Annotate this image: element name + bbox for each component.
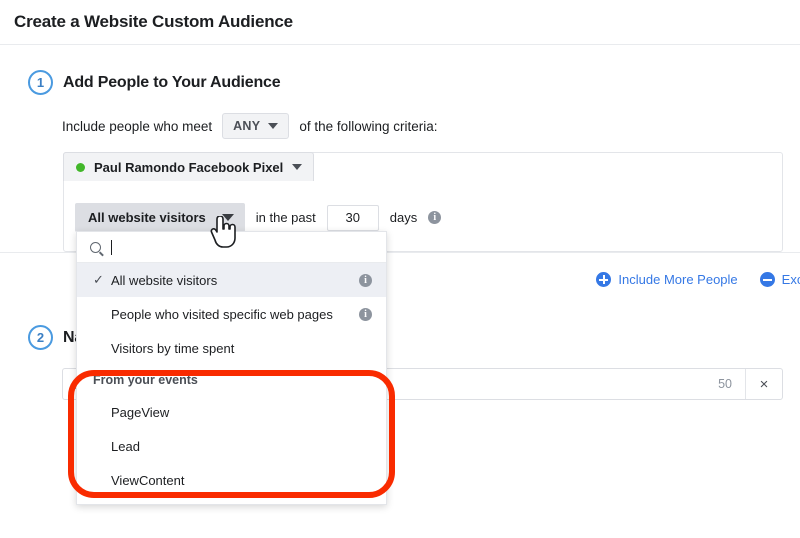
exclude-people-label: Exclude People [781, 272, 800, 287]
info-icon[interactable]: i [428, 211, 442, 224]
match-operator-select[interactable]: ANY [222, 113, 290, 139]
pixel-name-label: Paul Ramondo Facebook Pixel [94, 159, 284, 175]
dropdown-item-label: All website visitors [111, 272, 218, 288]
text-cursor [111, 239, 112, 255]
info-icon[interactable]: i [359, 307, 372, 321]
dropdown-item-time-spent[interactable]: Visitors by time spent [77, 331, 386, 365]
include-more-people-label: Include More People [618, 272, 738, 287]
check-icon: ✓ [93, 272, 104, 287]
criteria-suffix-label: of the following criteria: [299, 118, 438, 134]
visitor-type-value: All website visitors [88, 210, 206, 225]
dropdown-item-pageview[interactable]: PageView [77, 395, 386, 429]
visitor-type-dropdown-menu: ✓ All website visitors i People who visi… [76, 231, 387, 505]
step-1-marker: 1 [28, 70, 53, 95]
exclude-people-link[interactable]: Exclude People [759, 272, 800, 287]
retention-days-input[interactable]: 30 [326, 204, 379, 231]
match-operator-value: ANY [233, 119, 261, 133]
dropdown-item-label: Visitors by time spent [111, 340, 235, 356]
create-audience-dialog: Create a Website Custom Audience 1 Add P… [0, 0, 800, 538]
info-icon[interactable]: i [359, 273, 372, 287]
step-1-title: Add People to Your Audience [63, 74, 281, 91]
close-icon[interactable]: × [745, 369, 782, 399]
visitor-type-select[interactable]: All website visitors [75, 203, 245, 232]
dropdown-item-lead[interactable]: Lead [77, 429, 386, 463]
step-2-marker: 2 [28, 325, 53, 350]
page-title: Create a Website Custom Audience [14, 12, 293, 31]
dropdown-item-all-website-visitors[interactable]: ✓ All website visitors i [77, 263, 386, 297]
in-the-past-label: in the past [255, 210, 316, 225]
retention-rule-row: All website visitors in the past 30 days… [75, 203, 442, 232]
days-label: days [389, 210, 418, 225]
dropdown-item-viewcontent[interactable]: ViewContent [77, 463, 386, 497]
pixel-active-status-icon [76, 162, 85, 172]
search-icon [90, 241, 101, 253]
char-limit-counter: 50 [718, 377, 732, 391]
chevron-down-icon [292, 164, 303, 170]
dropdown-group-heading-events: From your events [93, 373, 198, 387]
chevron-down-icon [221, 214, 234, 221]
dropdown-item-specific-web-pages[interactable]: People who visited specific web pages i [77, 297, 386, 331]
chevron-down-icon [268, 123, 279, 129]
dropdown-search-row[interactable] [77, 232, 386, 263]
plus-circle-icon [596, 272, 612, 287]
include-more-people-link[interactable]: Include More People [596, 272, 738, 287]
dropdown-item-label: People who visited specific web pages [111, 306, 333, 322]
pixel-source-select[interactable]: Paul Ramondo Facebook Pixel [63, 152, 315, 181]
criteria-line: Include people who meet ANY of the follo… [62, 113, 437, 139]
header-divider [0, 44, 800, 45]
minus-circle-icon [759, 272, 775, 287]
criteria-prefix-label: Include people who meet [62, 118, 213, 134]
